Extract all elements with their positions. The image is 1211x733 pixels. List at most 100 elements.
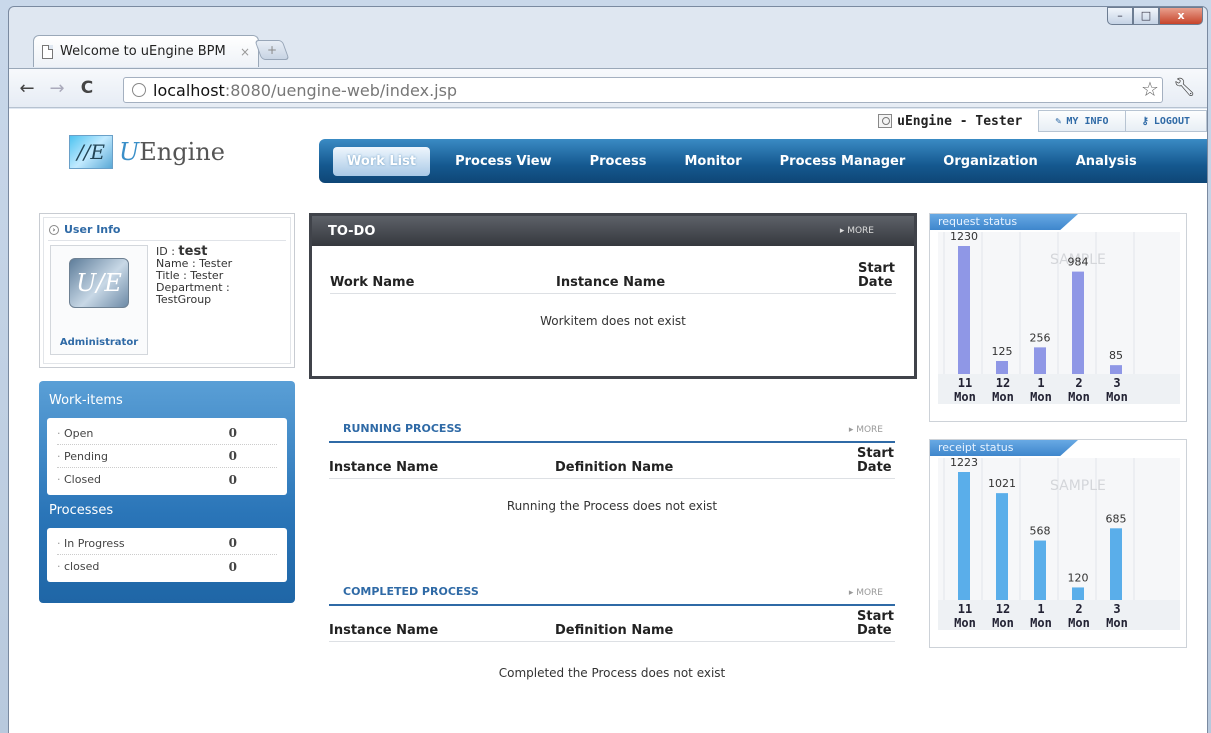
tick-label: Mon: [1030, 390, 1052, 404]
forward-arrow-icon[interactable]: →: [45, 78, 69, 99]
tick-label: 3: [1113, 602, 1120, 616]
my-info-button[interactable]: ✎ MY INFO: [1038, 110, 1126, 132]
col-start-date: Start Date: [857, 446, 894, 475]
completed-more-link[interactable]: ▸ MORE: [849, 588, 883, 598]
running-process-section: RUNNING PROCESS ▸ MORE Instance Name Def…: [329, 422, 895, 513]
maximize-button[interactable]: □: [1133, 7, 1159, 25]
todo-empty-message: Workitem does not exist: [540, 314, 686, 328]
col-instance-name: Instance Name: [556, 275, 666, 290]
completed-title: COMPLETED PROCESS: [343, 585, 479, 598]
col-start-date: Start Date: [857, 609, 894, 638]
address-bar[interactable]: localhost:8080/uengine-web/index.jsp: [123, 77, 1163, 103]
window-controls: – □ x: [1107, 7, 1203, 25]
running-title: RUNNING PROCESS: [343, 422, 462, 435]
item-count: 0: [228, 472, 237, 487]
tick-label: 2: [1075, 602, 1082, 616]
circle-arrow-icon: ›: [49, 224, 59, 235]
nav-process-view[interactable]: Process View: [436, 154, 571, 169]
close-window-button[interactable]: x: [1159, 7, 1203, 25]
item-count: 0: [228, 426, 237, 440]
tick-label: Mon: [1106, 616, 1128, 630]
avatar-role: Administrator: [59, 337, 139, 348]
tab-close-icon[interactable]: ×: [240, 45, 250, 59]
back-arrow-icon[interactable]: ←: [15, 78, 39, 99]
item-label: Pending: [57, 450, 108, 463]
data-label: 984: [1068, 256, 1089, 269]
item-count: 0: [228, 559, 237, 574]
tick-label: 12: [996, 602, 1010, 616]
list-item[interactable]: Closed 0: [57, 468, 277, 491]
request-status-title: request status: [930, 214, 1078, 230]
bookmark-star-icon[interactable]: ☆: [1141, 77, 1159, 101]
completed-table-header: Instance Name Definition Name Start Date: [329, 606, 895, 642]
chart-bar: [958, 472, 970, 600]
list-item[interactable]: Pending 0: [57, 445, 277, 468]
data-label: 125: [992, 345, 1013, 358]
minimize-button[interactable]: –: [1107, 7, 1133, 25]
tick-label: Mon: [1030, 616, 1052, 630]
work-items-title: Work-items: [49, 393, 123, 408]
logout-button[interactable]: ⚷ LOGOUT: [1125, 110, 1207, 132]
chart-bar: [1072, 271, 1084, 374]
chart-bar: [1110, 365, 1122, 374]
user-icon: [878, 114, 893, 128]
todo-header: TO-DO ▸ MORE: [312, 216, 914, 246]
nav-process-manager[interactable]: Process Manager: [761, 154, 925, 169]
col-definition-name: Definition Name: [555, 623, 674, 638]
item-count: 0: [228, 449, 237, 463]
chart-bar: [996, 493, 1008, 600]
browser-tab[interactable]: Welcome to uEngine BPM ×: [33, 35, 259, 67]
chart-bar: [996, 360, 1008, 374]
app-logo[interactable]: //E UEngine: [69, 135, 225, 169]
receipt-status-svg: SAMPLE122311Mon102112Mon5681Mon1202Mon68…: [938, 456, 1180, 630]
todo-title: TO-DO: [328, 223, 376, 239]
item-label: Open: [57, 427, 93, 440]
running-empty-message: Running the Process does not exist: [506, 499, 718, 513]
item-label: Closed: [57, 473, 101, 486]
avatar-image: U/E: [69, 258, 129, 308]
browser-window: Welcome to uEngine BPM × + – □ x ← → C l…: [8, 6, 1208, 733]
work-items-panel: Work-items Open 0 Pending 0 Closed 0 Proces…: [39, 381, 295, 603]
todo-more-link[interactable]: ▸ MORE: [840, 226, 874, 236]
processes-title: Processes: [49, 503, 114, 518]
running-more-link[interactable]: ▸ MORE: [849, 425, 883, 435]
nav-analysis[interactable]: Analysis: [1057, 154, 1156, 169]
data-label: 120: [1068, 571, 1089, 584]
request-status-chart: SAMPLE 1230 11 Mon 125 12 Mon 256 1 Mon 984 2 Mon 85 3…: [929, 213, 1187, 422]
chart-bar: [1110, 528, 1122, 600]
data-label: 256: [1030, 331, 1051, 344]
user-fields: ID : test Name : Tester Title : Tester D…: [156, 245, 232, 306]
avatar: U/E Administrator: [50, 245, 148, 355]
tab-title: Welcome to uEngine BPM: [60, 44, 226, 59]
current-user: uEngine - Tester: [878, 114, 1022, 129]
logo-mark: //E: [69, 135, 113, 169]
reload-icon[interactable]: C: [75, 78, 99, 98]
col-definition-name: Definition Name: [555, 460, 674, 475]
data-label: 685: [1106, 512, 1127, 525]
tick-label: 11: [958, 376, 972, 390]
new-tab-button[interactable]: +: [254, 40, 290, 60]
user-info-heading: › User Info: [49, 223, 120, 236]
col-work-name: Work Name: [330, 275, 415, 290]
receipt-status-title: receipt status: [930, 440, 1078, 456]
nav-organization[interactable]: Organization: [924, 154, 1056, 169]
department-value: TestGroup: [156, 293, 212, 306]
list-item[interactable]: closed 0: [57, 555, 277, 578]
pencil-icon: ✎: [1055, 115, 1062, 127]
logo-text: UEngine: [119, 138, 225, 166]
running-table-header: Instance Name Definition Name Start Date: [329, 443, 895, 479]
tick-label: Mon: [954, 616, 976, 630]
completed-process-section: COMPLETED PROCESS ▸ MORE Instance Name D…: [329, 585, 895, 680]
list-item[interactable]: Open 0: [57, 422, 277, 445]
watermark-label: SAMPLE: [1050, 478, 1106, 494]
main-nav: Work List Process View Process Monitor P…: [319, 139, 1207, 183]
list-item[interactable]: In Progress 0: [57, 532, 277, 555]
wrench-icon[interactable]: 🔧︎: [1173, 77, 1196, 98]
chart-bar: [1034, 540, 1046, 600]
logo-name: Engine: [139, 138, 225, 166]
nav-work-list[interactable]: Work List: [333, 146, 431, 176]
nav-process[interactable]: Process: [571, 154, 666, 169]
nav-monitor[interactable]: Monitor: [665, 154, 760, 169]
data-label: 1230: [950, 230, 978, 243]
col-instance-name: Instance Name: [329, 623, 439, 638]
